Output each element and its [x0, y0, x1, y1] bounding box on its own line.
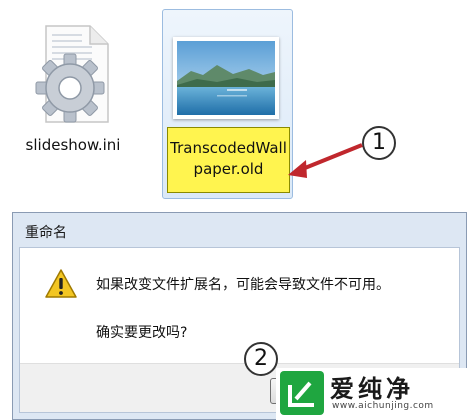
callout-marker-1: 1	[362, 126, 396, 160]
explorer-file-area: slideshow.ini TranscodedWall paper.old 1	[0, 0, 473, 200]
dialog-message: 如果改变文件扩展名，可能会导致文件不可用。	[96, 277, 390, 293]
image-thumbnail-icon	[173, 37, 279, 119]
warning-icon	[44, 268, 78, 300]
dialog-title: 重命名	[25, 225, 67, 241]
callout-marker-2: 2	[244, 342, 278, 376]
settings-file-icon	[26, 20, 126, 130]
watermark-title: 爱纯净	[330, 375, 414, 403]
rename-input[interactable]: TranscodedWall paper.old	[167, 127, 290, 193]
dialog-question: 确实要更改吗?	[96, 325, 188, 341]
watermark: 爱纯净 www.aichunjing.com	[276, 368, 473, 420]
watermark-url: www.aichunjing.com	[332, 401, 434, 411]
rename-text-line1: TranscodedWall	[170, 139, 287, 157]
rename-text-line2: paper.old	[193, 160, 264, 178]
file-transcoded-wallpaper[interactable]: TranscodedWall paper.old	[162, 9, 293, 199]
file-slideshow-ini[interactable]: slideshow.ini	[18, 20, 128, 170]
watermark-logo-icon	[280, 371, 324, 415]
file-name-label: slideshow.ini	[25, 136, 121, 154]
